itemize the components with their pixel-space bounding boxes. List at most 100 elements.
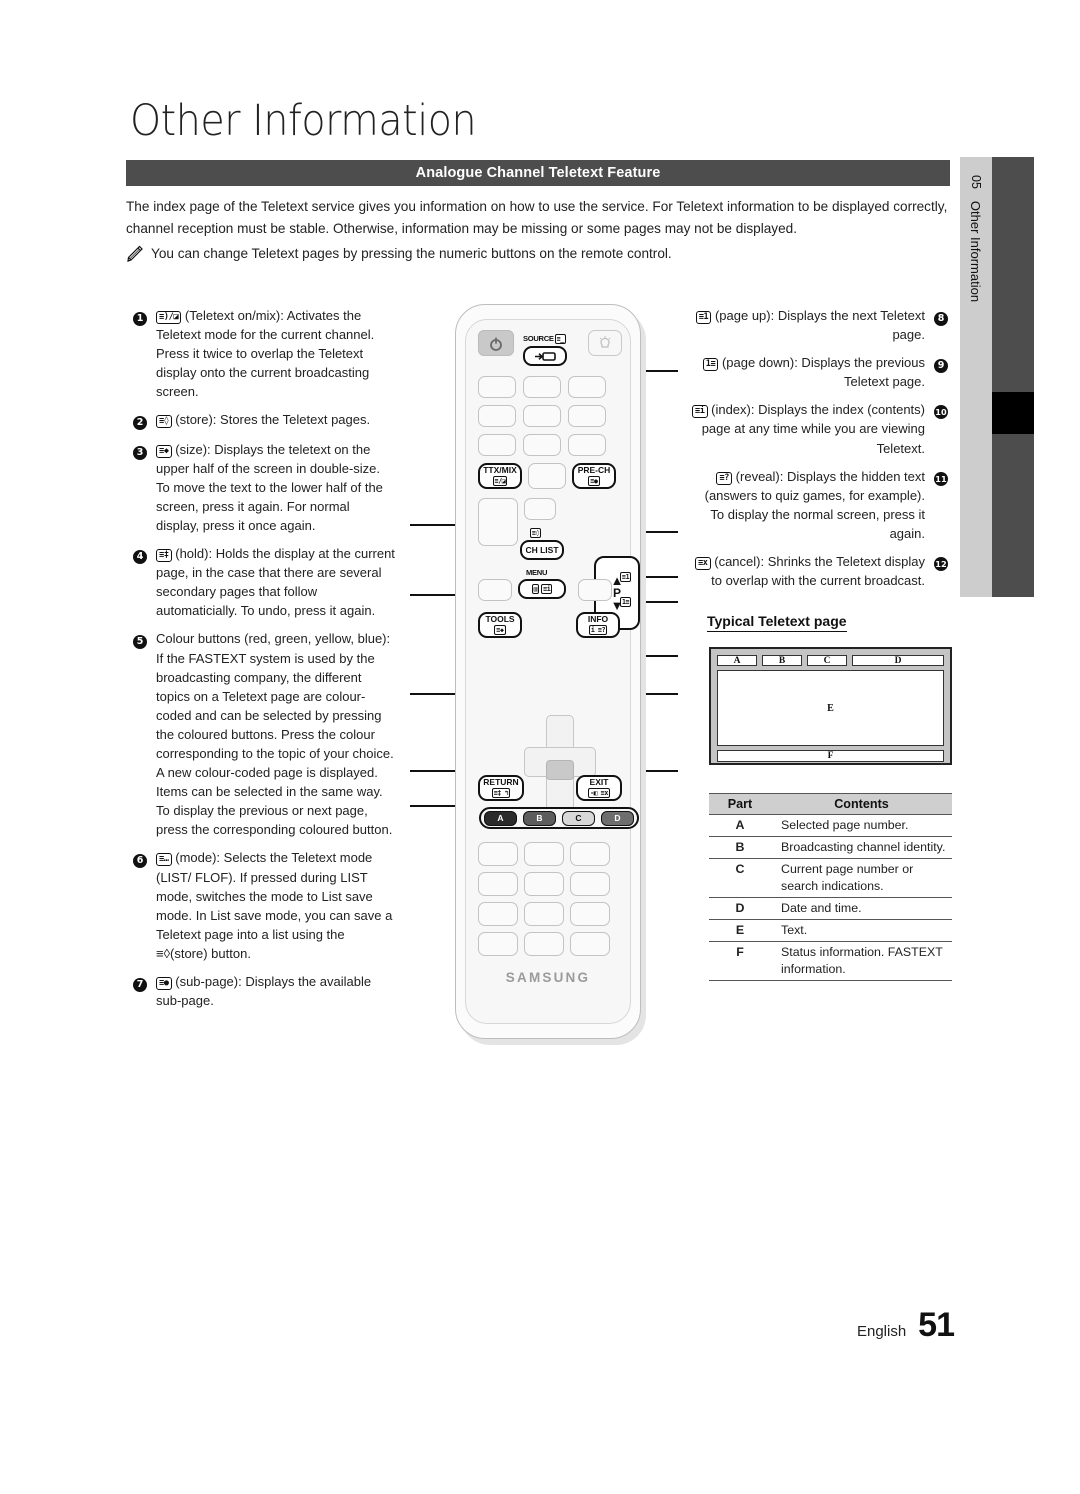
hold-key-icon: ≡‡ (156, 549, 172, 563)
colour-button-c[interactable]: C (562, 810, 595, 826)
manual-page: Other Information Analogue Channel Telet… (0, 0, 1080, 1494)
return-button[interactable]: RETURN ≡‡ ↰ (478, 775, 524, 801)
ttx-mix-glyph-icon: ≡/◪ (492, 476, 508, 486)
table-row: F Status information. FASTEXT informatio… (709, 941, 952, 981)
table-header-row: Part Contents (709, 793, 952, 815)
bullet-1: 1 (133, 306, 156, 401)
item-text-8: ≡1 (page up): Displays the next Teletext… (690, 306, 925, 344)
remote-inner-panel: SOURCE ≡_ TTX/MIX ≡/◪ PRE-CH ≡● ≡◊ CH LI… (465, 319, 640, 1024)
list-item: 8 ≡1 (page up): Displays the next Telete… (690, 306, 948, 344)
ch-list-button[interactable]: CH LIST (520, 540, 564, 560)
list-item: 1 ≡)/◪ (Teletext on/mix): Activates the … (133, 306, 395, 401)
pencil-icon (126, 245, 144, 263)
sub-page-key-icon: ≡● (156, 977, 172, 990)
teletext-on-mix-key-icon: ≡)/◪ (156, 311, 182, 324)
column-header-part: Part (709, 793, 771, 815)
teletext-region-b: B (762, 655, 802, 666)
left-description-column: 1 ≡)/◪ (Teletext on/mix): Activates the … (133, 306, 395, 1019)
teletext-region-c: C (807, 655, 847, 666)
side-tab-dark-band (992, 157, 1034, 597)
menu-button[interactable]: ▥ ≡i (518, 579, 566, 599)
mode-key-icon: ≡… (156, 853, 172, 867)
bullet-8: 8 (925, 306, 948, 344)
side-tab-text: 05 Other Information (960, 157, 992, 597)
media-button[interactable] (570, 872, 610, 896)
backlight-button[interactable] (588, 330, 622, 356)
media-button[interactable] (478, 932, 518, 956)
store-glyph-icon: ≡◊ (530, 528, 542, 538)
part-contents-table: Part Contents A Selected page number. B … (709, 793, 952, 981)
bullet-5: 5 (133, 629, 156, 839)
tools-button[interactable]: TOOLS ≡◆ (478, 612, 522, 638)
media-button[interactable] (524, 932, 564, 956)
footer-language: English (856, 1323, 907, 1340)
bullet-12: 12 (934, 557, 948, 572)
power-button[interactable] (478, 330, 514, 356)
item-text-4: ≡‡ (hold): Holds the display at the curr… (156, 546, 395, 619)
aux-button[interactable] (478, 579, 512, 601)
cell-contents: Current page number or search indication… (771, 858, 952, 898)
number-button[interactable] (478, 405, 516, 427)
media-button[interactable] (570, 842, 610, 866)
pre-ch-button[interactable]: PRE-CH ≡● (572, 463, 616, 489)
cell-contents: Date and time. (771, 897, 952, 920)
bullet-7: 7 (133, 972, 156, 1010)
media-button[interactable] (524, 872, 564, 896)
source-button[interactable] (523, 346, 567, 366)
exit-glyph-icon: -◧ ≡x (588, 788, 610, 798)
intro-paragraph: The index page of the Teletext service g… (126, 199, 948, 236)
info-button[interactable]: INFO i ≡? (576, 612, 620, 638)
colour-button-b[interactable]: B (523, 810, 556, 826)
cell-part: F (709, 941, 771, 981)
number-button[interactable] (478, 376, 516, 398)
cell-contents: Selected page number. (771, 814, 952, 837)
dpad-enter[interactable] (546, 760, 574, 780)
media-button[interactable] (478, 902, 518, 926)
number-button[interactable] (523, 376, 561, 398)
colour-buttons-row[interactable]: A B C D (479, 807, 639, 829)
cell-part: B (709, 836, 771, 859)
media-button[interactable] (524, 842, 564, 866)
source-label: SOURCE ≡_ (523, 334, 566, 344)
brand-logo: SAMSUNG (505, 970, 591, 985)
number-button[interactable] (568, 376, 606, 398)
media-button[interactable] (524, 902, 564, 926)
ttx-mix-button[interactable]: TTX/MIX ≡/◪ (478, 463, 522, 489)
number-button[interactable] (568, 405, 606, 427)
teletext-region-d: D (852, 655, 944, 666)
cell-contents: Status information. FASTEXT information. (771, 941, 952, 981)
list-item: 7 ≡● (sub-page): Displays the available … (133, 972, 395, 1010)
media-button[interactable] (570, 902, 610, 926)
menu-index-glyph-icon: ≡i (541, 584, 553, 594)
media-button[interactable] (570, 932, 610, 956)
note-text: You can change Teletext pages by pressin… (151, 246, 672, 261)
cancel-key-icon: ≡x (694, 557, 711, 571)
cell-part: E (709, 919, 771, 942)
bullet-9: 9 (925, 353, 948, 391)
number-button[interactable] (478, 434, 516, 456)
bullet-11: 11 (934, 471, 948, 486)
number-button[interactable] (523, 405, 561, 427)
aux-button[interactable] (578, 579, 612, 601)
list-item: 9 1≡ (page down): Displays the previous … (690, 353, 948, 391)
colour-button-d[interactable]: D (601, 810, 634, 826)
store-key-icon: ≡◊ (156, 415, 172, 429)
volume-button[interactable] (478, 498, 518, 546)
teletext-region-a: A (717, 655, 757, 666)
teletext-region-e: E (717, 670, 944, 746)
list-item: 10 ≡i (index): Displays the index (conte… (690, 400, 948, 457)
media-button[interactable] (478, 872, 518, 896)
media-button[interactable] (478, 842, 518, 866)
mute-button[interactable] (524, 498, 556, 520)
number-button[interactable] (528, 463, 566, 489)
cell-contents: Broadcasting channel identity. (771, 836, 952, 859)
exit-button[interactable]: EXIT -◧ ≡x (576, 775, 622, 801)
bullet-10: 10 (934, 405, 948, 420)
remote-control-diagram: SOURCE ≡_ TTX/MIX ≡/◪ PRE-CH ≡● ≡◊ CH LI… (452, 300, 652, 1050)
number-button[interactable] (568, 434, 606, 456)
number-button[interactable] (523, 434, 561, 456)
colour-button-a[interactable]: A (484, 810, 517, 826)
remote-body: SOURCE ≡_ TTX/MIX ≡/◪ PRE-CH ≡● ≡◊ CH LI… (455, 304, 641, 1039)
note-block: You can change Teletext pages by pressin… (126, 243, 950, 265)
item-text-10: ≡i (index): Displays the index (contents… (690, 400, 925, 457)
